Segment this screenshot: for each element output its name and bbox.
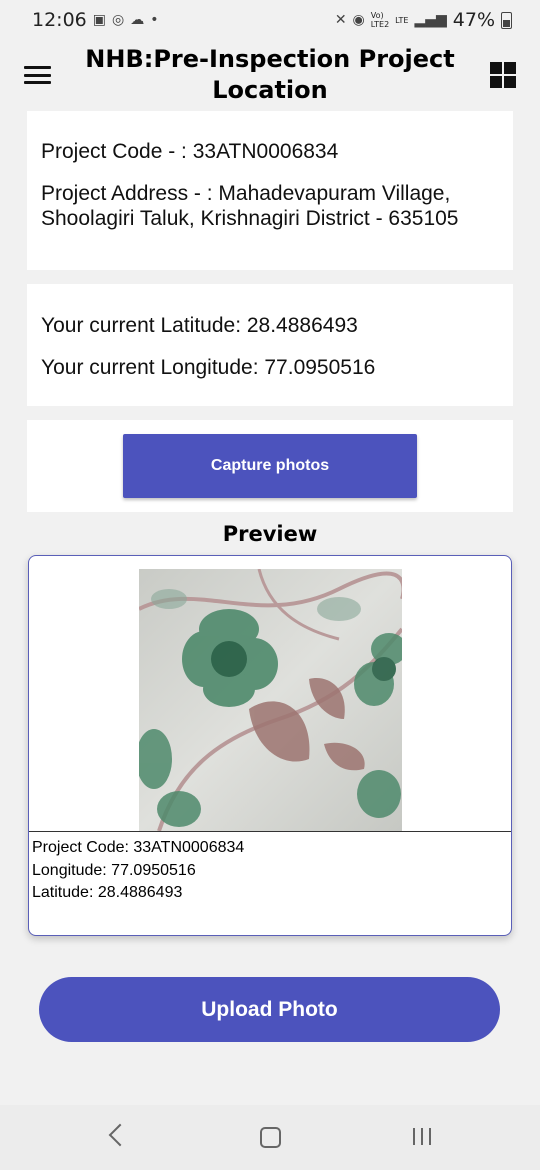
location-card: Your current Latitude: 28.4886493 Your c… — [27, 284, 513, 406]
whatsapp-icon: ◎ — [112, 12, 125, 28]
grid-icon[interactable] — [490, 62, 516, 88]
back-icon[interactable] — [108, 1123, 132, 1147]
photo-caption: Project Code: 33ATN0006834 Longitude: 77… — [29, 831, 511, 935]
caption-latitude: Latitude: 28.4886493 — [32, 884, 183, 901]
app-bar: NHB:Pre-Inspection Project Location — [0, 40, 540, 106]
upload-photo-button[interactable]: Upload Photo — [39, 977, 500, 1042]
recents-icon[interactable] — [413, 1128, 431, 1145]
caption-project-code: Project Code: 33ATN0006834 — [32, 839, 245, 856]
mute-icon: ✕ — [334, 12, 347, 28]
battery-percent: 47% — [452, 9, 495, 31]
project-code: Project Code - : 33ATN0006834 — [41, 140, 339, 163]
system-nav-bar — [0, 1105, 540, 1170]
capture-photos-button[interactable]: Capture photos — [123, 434, 417, 498]
page-title: NHB:Pre-Inspection Project Location — [85, 45, 455, 104]
caption-longitude: Longitude: 77.0950516 — [32, 861, 196, 879]
capture-card: Capture photos — [27, 420, 513, 512]
project-address: Project Address - : Mahadevapuram Villag… — [41, 182, 459, 230]
current-latitude: Your current Latitude: 28.4886493 — [41, 314, 358, 337]
hotspot-icon: ◉ — [352, 12, 365, 28]
current-longitude: Your current Longitude: 77.0950516 — [41, 356, 376, 379]
preview-panel: Project Code: 33ATN0006834 Longitude: 77… — [28, 555, 512, 936]
battery-icon — [501, 11, 512, 29]
signal-icon: ▂▄▆ — [414, 12, 447, 28]
project-info-card: Project Code - : 33ATN0006834 Project Ad… — [27, 111, 513, 270]
preview-heading: Preview — [222, 522, 318, 546]
clock: 12:06 — [32, 9, 87, 31]
dot-icon: • — [150, 12, 159, 28]
status-bar: 12:06 ▣ ◎ ☁ • ✕ ◉ Vo) LTE2 LTE ▂▄▆ 47% — [0, 0, 540, 40]
home-icon[interactable] — [260, 1127, 281, 1148]
lte-label: LTE — [395, 15, 409, 25]
captured-photo — [139, 569, 402, 831]
image-icon: ▣ — [92, 12, 106, 28]
menu-icon[interactable] — [24, 66, 51, 84]
network-indicator: Vo) LTE2 — [370, 11, 390, 29]
cloud-icon: ☁ — [130, 12, 145, 28]
